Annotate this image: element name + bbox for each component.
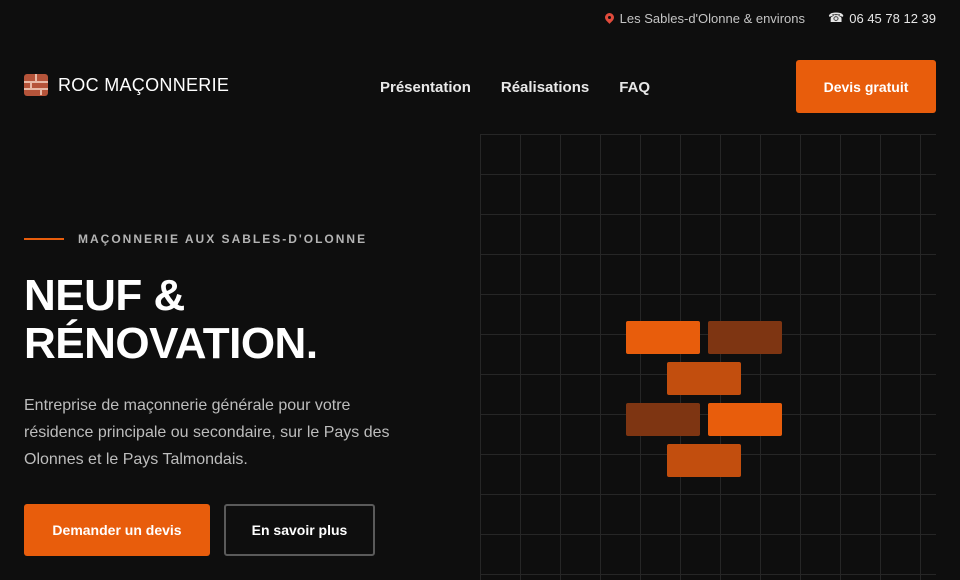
eyebrow: MAÇONNERIE AUX SABLES-D'OLONNE — [24, 232, 464, 246]
brick-shape — [626, 403, 700, 436]
headline-line-1: NEUF & — [24, 271, 185, 320]
brick-icon — [24, 74, 48, 96]
free-quote-button[interactable]: Devis gratuit — [796, 60, 936, 113]
headline-line-2: RÉNOVATION. — [24, 319, 318, 368]
phone-info[interactable]: ☎ 06 45 78 12 39 — [828, 11, 936, 26]
top-bar: Les Sables-d'Olonne & environs ☎ 06 45 7… — [0, 0, 960, 36]
site-header: ROC MAÇONNERIE Présentation Réalisations… — [0, 60, 960, 114]
phone-number[interactable]: 06 45 78 12 39 — [849, 11, 936, 26]
learn-more-button[interactable]: En savoir plus — [224, 504, 375, 556]
request-quote-button[interactable]: Demander un devis — [24, 504, 210, 556]
brick-shape — [708, 403, 782, 436]
brick-shape — [667, 444, 741, 477]
nav-link-realisations[interactable]: Réalisations — [501, 79, 589, 96]
brick-shape — [708, 321, 782, 354]
grid-illustration — [480, 134, 936, 580]
nav-link-presentation[interactable]: Présentation — [380, 79, 471, 96]
brick-shape — [667, 362, 741, 395]
main-nav: Présentation Réalisations FAQ — [380, 79, 650, 96]
eyebrow-line — [24, 238, 64, 240]
brand-name: ROC MAÇONNERIE — [58, 74, 230, 95]
location-pin-icon — [605, 13, 614, 25]
logo[interactable]: ROC MAÇONNERIE — [24, 74, 229, 96]
hero-section: MAÇONNERIE AUX SABLES-D'OLONNE NEUF & RÉ… — [24, 232, 464, 473]
location-text: Les Sables-d'Olonne & environs — [619, 11, 805, 26]
phone-icon: ☎ — [828, 11, 845, 26]
hero-headline: NEUF & RÉNOVATION. — [24, 272, 464, 368]
hero-actions: Demander un devis En savoir plus — [24, 504, 375, 556]
eyebrow-text: MAÇONNERIE AUX SABLES-D'OLONNE — [78, 232, 368, 246]
brick-shape — [626, 321, 700, 354]
nav-link-faq[interactable]: FAQ — [619, 79, 650, 96]
hero-description: Entreprise de maçonnerie générale pour v… — [24, 397, 390, 468]
location-info: Les Sables-d'Olonne & environs — [605, 11, 805, 26]
